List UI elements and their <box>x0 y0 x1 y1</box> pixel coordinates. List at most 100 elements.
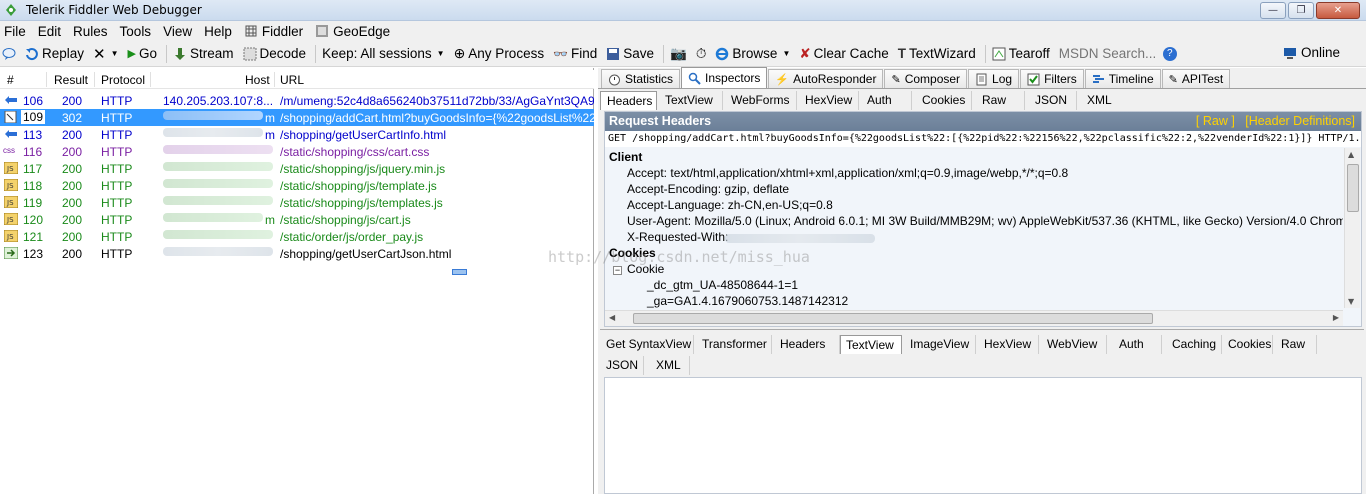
menu-edit[interactable]: Edit <box>38 24 61 39</box>
list-resize-handle[interactable] <box>452 269 467 275</box>
timer-button[interactable]: ⏱ <box>696 46 707 62</box>
menu-rules[interactable]: Rules <box>73 24 108 39</box>
table-row[interactable]: JS 121 200 HTTP /static/order/js/order_p… <box>0 228 594 245</box>
session-number: 116 <box>23 145 43 159</box>
tab-log[interactable]: Log <box>968 69 1020 88</box>
req-tab-headers[interactable]: Headers <box>600 90 657 110</box>
textwizard-button[interactable]: T TextWizard <box>898 46 976 61</box>
req-tab-raw[interactable]: Raw <box>972 90 1025 110</box>
remove-button[interactable]: ✕ ▼ <box>93 45 119 63</box>
menu-fiddler[interactable]: Fiddler <box>244 24 303 39</box>
online-indicator[interactable]: Online <box>1283 45 1340 60</box>
session-number: 123 <box>23 247 44 261</box>
req-tab-textview[interactable]: TextView <box>657 90 723 110</box>
scroll-left-icon[interactable]: ◀ <box>609 313 615 322</box>
clear-cache-icon: ✘ <box>799 45 811 61</box>
tab-statistics[interactable]: Statistics <box>601 69 681 88</box>
minimize-button[interactable]: — <box>1260 2 1286 19</box>
help-button[interactable]: ? <box>1162 46 1177 61</box>
resp-tab-headers[interactable]: Headers <box>772 334 840 354</box>
header-user-agent[interactable]: User-Agent: Mozilla/5.0 (Linux; Android … <box>627 214 1343 228</box>
raw-link[interactable]: [ Raw ] <box>1196 114 1235 128</box>
resp-tab-cookies[interactable]: Cookies <box>1222 334 1273 354</box>
resp-tab-get-syntaxview[interactable]: Get SyntaxView <box>600 334 694 354</box>
table-row[interactable]: 123 200 HTTP /shopping/getUserCartJson.h… <box>0 245 594 262</box>
resp-tab-transformer[interactable]: Transformer <box>694 334 772 354</box>
resp-tab-json[interactable]: JSON <box>600 355 644 375</box>
header-accept-language[interactable]: Accept-Language: zh-CN,en-US;q=0.8 <box>627 198 833 212</box>
scroll-right-icon[interactable]: ▶ <box>1333 313 1339 322</box>
table-row[interactable]: JS 120 200 HTTP m /static/shopping/js/ca… <box>0 211 594 228</box>
close-button[interactable]: ✕ <box>1316 2 1360 19</box>
resp-tab-xml[interactable]: XML <box>644 355 690 375</box>
replay-button[interactable]: Replay <box>25 46 84 61</box>
table-row[interactable]: JS 119 200 HTTP /static/shopping/js/temp… <box>0 194 594 211</box>
resp-tab-hexview[interactable]: HexView <box>976 334 1039 354</box>
table-row[interactable]: 106 200 HTTP 140.205.203.107:8... /m/ume… <box>0 92 594 109</box>
resp-tab-raw[interactable]: Raw <box>1273 334 1317 354</box>
tab-composer[interactable]: ✎ Composer <box>884 69 968 88</box>
table-row[interactable]: css 116 200 HTTP /static/shopping/css/ca… <box>0 143 594 160</box>
clear-cache-button[interactable]: ✘ Clear Cache <box>799 46 888 62</box>
tab-filters[interactable]: Filters <box>1020 69 1084 88</box>
req-tab-json[interactable]: JSON <box>1025 90 1077 110</box>
table-row-selected[interactable]: 109 302 HTTP m /shopping/addCart.html?bu… <box>0 109 594 126</box>
tab-timeline[interactable]: Timeline <box>1084 69 1161 88</box>
msdn-search-input[interactable] <box>1058 44 1159 63</box>
menu-help[interactable]: Help <box>204 24 232 39</box>
response-textview-pane[interactable] <box>604 377 1362 494</box>
req-tab-auth[interactable]: Auth <box>859 90 912 110</box>
session-host: 140.205.203.107:8... <box>163 94 274 108</box>
maximize-button[interactable]: ❐ <box>1288 2 1314 19</box>
tearoff-button[interactable]: Tearoff <box>992 46 1050 61</box>
header-x-requested-with[interactable]: X-Requested-With: <box>627 230 728 244</box>
menu-view[interactable]: View <box>163 24 192 39</box>
table-row[interactable]: 113 200 HTTP m /shopping/getUserCartInfo… <box>0 126 594 143</box>
collapse-icon[interactable]: − <box>613 266 622 275</box>
scroll-down-icon[interactable]: ▼ <box>1348 297 1354 306</box>
any-process-button[interactable]: ⊕ Any Process <box>454 45 545 62</box>
resp-tab-webview[interactable]: WebView <box>1039 334 1107 354</box>
tab-apitest[interactable]: ✎ APITest <box>1161 69 1231 88</box>
composer-pencil-icon: ✎ <box>891 73 901 86</box>
req-tab-webforms[interactable]: WebForms <box>723 90 797 110</box>
resp-tab-textview[interactable]: TextView <box>840 334 902 354</box>
header-definitions-link[interactable]: [Header Definitions] <box>1245 114 1355 128</box>
resp-tab-caching[interactable]: Caching <box>1162 334 1222 354</box>
req-tab-hexview[interactable]: HexView <box>797 90 859 110</box>
headers-horizontal-scrollbar[interactable]: ◀ ▶ <box>605 310 1343 326</box>
header-accept[interactable]: Accept: text/html,application/xhtml+xml,… <box>627 166 1068 180</box>
stream-button[interactable]: Stream <box>173 46 234 61</box>
req-tab-xml[interactable]: XML <box>1077 91 1123 110</box>
menu-file[interactable]: File <box>4 24 26 39</box>
cookie-dc-gtm[interactable]: _dc_gtm_UA-48508644-1=1 <box>647 278 798 292</box>
request-response-splitter[interactable] <box>600 329 1364 332</box>
col-url[interactable]: URL <box>280 73 304 87</box>
resp-tab-auth[interactable]: Auth <box>1107 334 1162 354</box>
screenshot-button[interactable]: 📷 <box>670 46 687 62</box>
save-button[interactable]: Save <box>606 46 654 61</box>
scroll-up-icon[interactable]: ▲ <box>1348 150 1354 159</box>
table-row[interactable]: JS 117 200 HTTP /static/shopping/js/jque… <box>0 160 594 177</box>
col-result[interactable]: Result <box>54 73 88 87</box>
resp-tab-imageview[interactable]: ImageView <box>902 334 976 354</box>
play-icon: ▶ <box>127 48 136 60</box>
find-button[interactable]: 👓 Find <box>553 46 597 61</box>
comment-button[interactable] <box>2 47 16 61</box>
decode-button[interactable]: Decode <box>243 46 306 61</box>
col-protocol[interactable]: Protocol <box>101 73 145 87</box>
menu-geoedge[interactable]: GeoEdge <box>315 24 390 39</box>
go-button[interactable]: ▶ Go <box>128 46 157 61</box>
col-host[interactable]: Host <box>245 73 270 87</box>
header-accept-encoding[interactable]: Accept-Encoding: gzip, deflate <box>627 182 789 196</box>
tab-autoresponder[interactable]: ⚡ AutoResponder <box>768 69 884 88</box>
cookie-ga[interactable]: _ga=GA1.4.1679060753.1487142312 <box>647 294 848 308</box>
browse-button[interactable]: Browse ▼ <box>715 46 790 61</box>
headers-vertical-scrollbar[interactable]: ▲ ▼ <box>1344 148 1360 308</box>
menu-tools[interactable]: Tools <box>120 24 152 39</box>
tab-inspectors[interactable]: Inspectors <box>681 67 768 88</box>
col-number[interactable]: # <box>7 73 14 87</box>
table-row[interactable]: JS 118 200 HTTP /static/shopping/js/temp… <box>0 177 594 194</box>
req-tab-cookies[interactable]: Cookies <box>912 90 972 110</box>
keep-sessions-dropdown[interactable]: Keep: All sessions ▼ <box>322 46 444 61</box>
